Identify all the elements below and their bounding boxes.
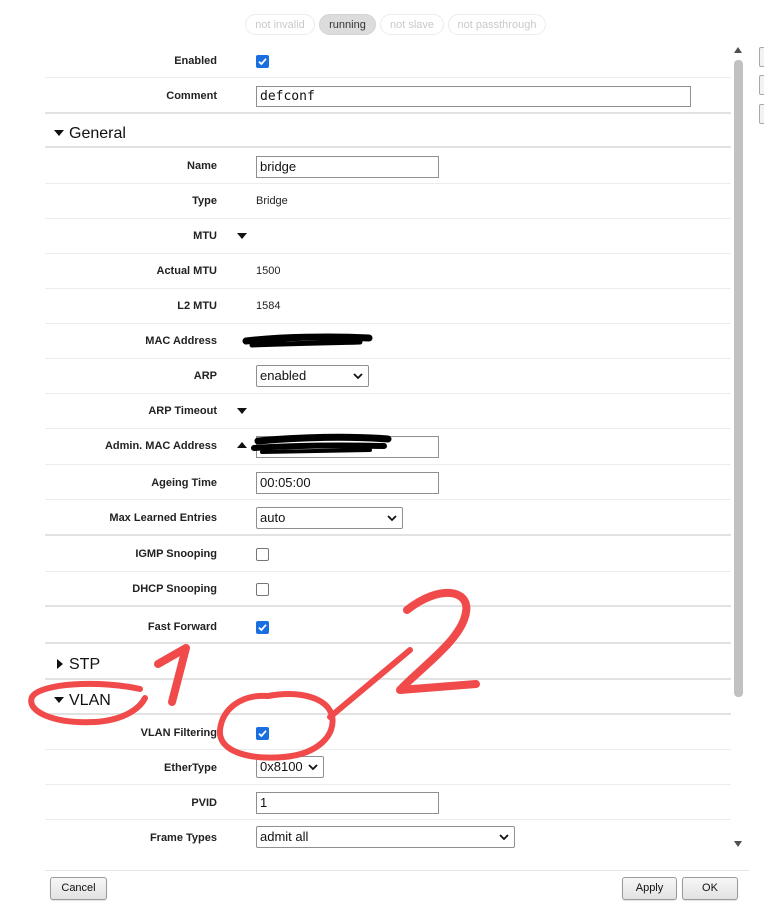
row-mtu: MTU: [45, 219, 731, 254]
actual-mtu-value: 1500: [256, 265, 281, 277]
side-button-1[interactable]: [759, 47, 764, 67]
arp-select[interactable]: enabled: [256, 365, 369, 387]
ethertype-label: EtherType: [164, 762, 217, 774]
dialog-footer: Cancel Apply OK: [45, 870, 749, 906]
mtu-label: MTU: [193, 230, 217, 242]
row-ethertype: EtherType 0x8100: [45, 750, 731, 785]
status-pill-not-slave: not slave: [380, 14, 444, 35]
row-mac-address: MAC Address: [45, 324, 731, 359]
row-vlan-filtering: VLAN Filtering: [45, 716, 731, 750]
row-max-learned: Max Learned Entries auto: [45, 500, 731, 536]
row-actual-mtu: Actual MTU 1500: [45, 254, 731, 289]
row-fast-forward: Fast Forward: [45, 608, 731, 644]
admin-mac-field[interactable]: [256, 436, 439, 458]
max-learned-select-value: auto: [260, 510, 286, 525]
vertical-scrollbar[interactable]: [733, 43, 744, 851]
row-comment: Comment defconf: [45, 78, 731, 114]
frame-types-select[interactable]: admit all: [256, 826, 515, 848]
ethertype-select-value: 0x8100: [260, 759, 303, 774]
chevron-down-icon: [308, 764, 318, 771]
section-stp[interactable]: STP: [45, 645, 731, 680]
admin-mac-collapse-up-icon[interactable]: [237, 442, 247, 448]
row-arp-timeout: ARP Timeout: [45, 394, 731, 429]
name-label: Name: [187, 160, 217, 172]
row-igmp-snooping: IGMP Snooping: [45, 537, 731, 572]
section-stp-title: STP: [69, 656, 101, 673]
vlan-filtering-label: VLAN Filtering: [140, 727, 217, 739]
scroll-up-arrow-icon[interactable]: [734, 47, 742, 53]
fast-forward-checkbox[interactable]: [256, 621, 269, 634]
section-vlan[interactable]: VLAN: [45, 681, 731, 715]
cancel-button[interactable]: Cancel: [50, 877, 107, 900]
chevron-down-icon: [387, 515, 397, 522]
dhcp-snooping-label: DHCP Snooping: [132, 583, 217, 595]
scrollbar-thumb[interactable]: [734, 60, 743, 697]
side-button-3[interactable]: [759, 104, 764, 124]
type-label: Type: [192, 195, 217, 207]
expand-down-icon: [54, 130, 64, 136]
row-admin-mac: Admin. MAC Address: [45, 429, 731, 465]
row-name: Name bridge: [45, 149, 731, 184]
annotation-mark-2: 2: [0, 0, 1, 1]
frame-types-label: Frame Types: [149, 832, 217, 844]
chevron-down-icon: [353, 373, 363, 380]
mac-address-label: MAC Address: [145, 335, 217, 347]
igmp-snooping-checkbox[interactable]: [256, 548, 269, 561]
arp-timeout-expand-down-icon[interactable]: [237, 408, 247, 414]
section-vlan-title: VLAN: [69, 692, 111, 709]
type-value: Bridge: [256, 195, 288, 207]
section-general[interactable]: General: [45, 115, 731, 148]
l2-mtu-label: L2 MTU: [177, 300, 217, 312]
row-l2-mtu: L2 MTU 1584: [45, 289, 731, 324]
vlan-filtering-checkbox[interactable]: [256, 727, 269, 740]
annotation-mark-1: 1: [0, 0, 1, 1]
enabled-checkbox[interactable]: [256, 55, 269, 68]
scroll-down-arrow-icon[interactable]: [734, 841, 742, 847]
status-pill-running: running: [319, 14, 376, 35]
arp-select-value: enabled: [260, 368, 307, 383]
ageing-time-label: Ageing Time: [151, 477, 217, 489]
pvid-field[interactable]: 1: [256, 792, 439, 814]
arp-label: ARP: [193, 370, 217, 382]
section-general-title: General: [69, 125, 126, 142]
status-pill-not-invalid: not invalid: [245, 14, 315, 35]
comment-field[interactable]: defconf: [256, 86, 691, 107]
row-pvid: PVID 1: [45, 785, 731, 820]
ok-button[interactable]: OK: [682, 877, 738, 900]
ageing-time-field[interactable]: 00:05:00: [256, 472, 439, 494]
actual-mtu-label: Actual MTU: [156, 265, 218, 277]
max-learned-label: Max Learned Entries: [109, 512, 217, 524]
pvid-label: PVID: [191, 797, 217, 809]
row-frame-types: Frame Types admit all: [45, 820, 731, 851]
ethertype-select[interactable]: 0x8100: [256, 756, 324, 778]
row-dhcp-snooping: DHCP Snooping: [45, 572, 731, 607]
side-button-2[interactable]: [759, 75, 764, 95]
arp-timeout-label: ARP Timeout: [148, 405, 217, 417]
enabled-label: Enabled: [174, 55, 217, 67]
row-arp: ARP enabled: [45, 359, 731, 394]
expand-down-icon: [54, 697, 64, 703]
name-field[interactable]: bridge: [256, 156, 439, 178]
status-bar: not invalid running not slave not passth…: [0, 14, 764, 36]
row-ageing-time: Ageing Time 00:05:00: [45, 465, 731, 500]
expand-right-icon: [57, 659, 63, 669]
fast-forward-label: Fast Forward: [147, 621, 217, 633]
frame-types-select-value: admit all: [260, 829, 309, 844]
l2-mtu-value: 1584: [256, 300, 281, 312]
dhcp-snooping-checkbox[interactable]: [256, 583, 269, 596]
admin-mac-label: Admin. MAC Address: [104, 440, 217, 452]
apply-button[interactable]: Apply: [622, 877, 677, 900]
row-enabled: Enabled: [45, 43, 731, 78]
bridge-form: Enabled Comment defconf General Name bri…: [45, 43, 731, 851]
mtu-expand-down-icon[interactable]: [237, 233, 247, 239]
max-learned-select[interactable]: auto: [256, 507, 403, 529]
status-pill-not-passthrough: not passthrough: [448, 14, 546, 35]
chevron-down-icon: [499, 834, 509, 841]
comment-label: Comment: [166, 90, 217, 102]
row-type: Type Bridge: [45, 184, 731, 219]
igmp-snooping-label: IGMP Snooping: [135, 548, 217, 560]
